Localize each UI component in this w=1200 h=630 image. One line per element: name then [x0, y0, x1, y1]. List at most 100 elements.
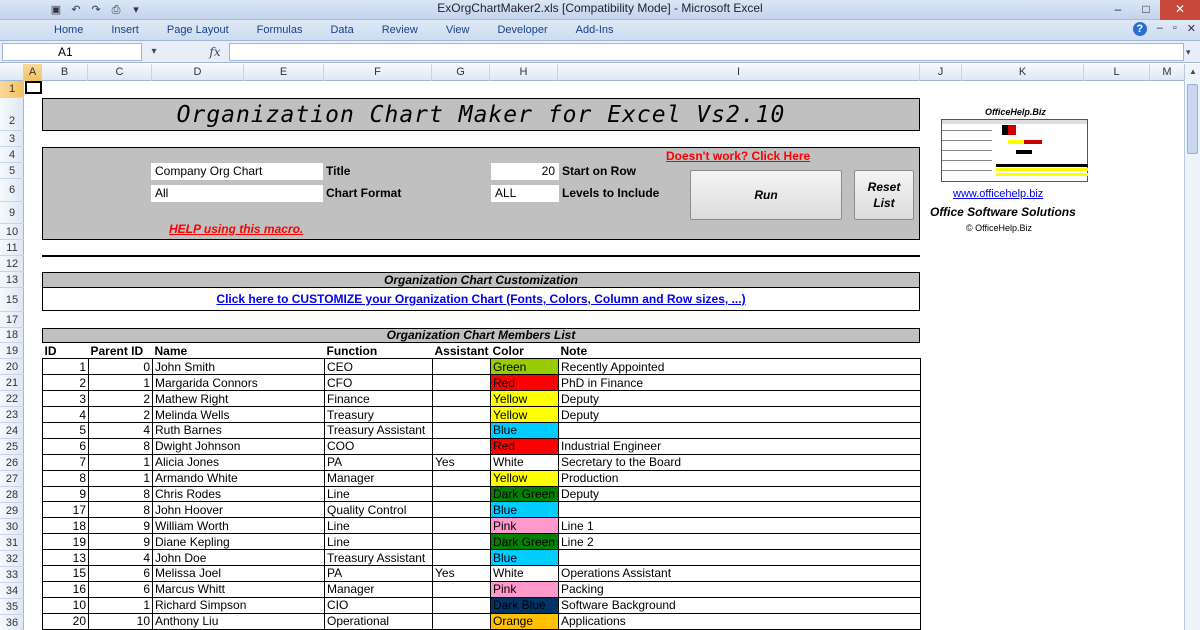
- insert-function-icon[interactable]: fx: [205, 43, 225, 61]
- member-function-cell[interactable]: Operational: [324, 612, 433, 630]
- member-name-cell[interactable]: Diane Kepling: [152, 533, 325, 551]
- workbook-restore-icon[interactable]: ▫: [1173, 22, 1177, 36]
- member-parent-cell[interactable]: 0: [88, 358, 153, 376]
- row-header[interactable]: 26: [0, 455, 24, 471]
- workbook-minimize-icon[interactable]: –: [1157, 22, 1163, 36]
- member-function-cell[interactable]: Quality Control: [324, 501, 433, 519]
- member-note-cell[interactable]: Deputy: [558, 485, 921, 503]
- row-header[interactable]: 13: [0, 272, 24, 288]
- expand-formula-bar-icon[interactable]: ▾: [1186, 43, 1198, 61]
- col-name-header[interactable]: Name: [152, 343, 325, 360]
- row-header[interactable]: 30: [0, 519, 24, 535]
- member-assistant-cell[interactable]: [432, 533, 491, 551]
- member-function-cell[interactable]: PA: [324, 564, 433, 582]
- member-parent-cell[interactable]: 4: [88, 549, 153, 566]
- col-color-header[interactable]: Color: [490, 343, 559, 360]
- member-name-cell[interactable]: Chris Rodes: [152, 485, 325, 503]
- help-link[interactable]: HELP using this macro.: [169, 222, 303, 236]
- column-header-k[interactable]: K: [962, 64, 1084, 81]
- col-id-header[interactable]: ID: [42, 343, 89, 360]
- member-assistant-cell[interactable]: [432, 485, 491, 503]
- member-assistant-cell[interactable]: [432, 517, 491, 535]
- member-function-cell[interactable]: Line: [324, 533, 433, 551]
- member-parent-cell[interactable]: 1: [88, 374, 153, 392]
- member-parent-cell[interactable]: 2: [88, 406, 153, 423]
- member-name-cell[interactable]: John Smith: [152, 358, 325, 376]
- gantt-thumbnail[interactable]: [941, 119, 1088, 182]
- row-header[interactable]: 11: [0, 240, 24, 256]
- member-parent-cell[interactable]: 8: [88, 437, 153, 455]
- row-header[interactable]: 24: [0, 423, 24, 439]
- member-name-cell[interactable]: Melissa Joel: [152, 564, 325, 582]
- select-all-corner[interactable]: [0, 64, 24, 81]
- member-function-cell[interactable]: Treasury Assistant: [324, 421, 433, 439]
- run-button[interactable]: Run: [690, 170, 842, 220]
- member-name-cell[interactable]: William Worth: [152, 517, 325, 535]
- member-color-cell[interactable]: Green: [490, 358, 559, 376]
- column-header-f[interactable]: F: [324, 64, 432, 81]
- formula-input[interactable]: [229, 43, 1184, 61]
- member-assistant-cell[interactable]: [432, 469, 491, 487]
- member-note-cell[interactable]: [558, 501, 921, 519]
- member-name-cell[interactable]: Dwight Johnson: [152, 437, 325, 455]
- member-assistant-cell[interactable]: Yes: [432, 453, 491, 471]
- member-id-cell[interactable]: 2: [42, 374, 89, 392]
- column-header-g[interactable]: G: [432, 64, 490, 81]
- member-name-cell[interactable]: Anthony Liu: [152, 612, 325, 630]
- member-note-cell[interactable]: Secretary to the Board: [558, 453, 921, 471]
- member-assistant-cell[interactable]: [432, 501, 491, 519]
- row-header[interactable]: 15: [0, 288, 24, 312]
- column-header-i[interactable]: I: [558, 64, 920, 81]
- member-assistant-cell[interactable]: [432, 406, 491, 423]
- column-header-j[interactable]: J: [920, 64, 962, 81]
- member-assistant-cell[interactable]: [432, 596, 491, 614]
- tab-home[interactable]: Home: [0, 20, 97, 41]
- member-color-cell[interactable]: White: [490, 453, 559, 471]
- member-assistant-cell[interactable]: [432, 390, 491, 408]
- tab-review[interactable]: Review: [368, 20, 432, 41]
- member-parent-cell[interactable]: 9: [88, 517, 153, 535]
- row-header[interactable]: 35: [0, 599, 24, 615]
- member-name-cell[interactable]: Mathew Right: [152, 390, 325, 408]
- col-note-header[interactable]: Note: [558, 343, 921, 360]
- title-field[interactable]: Company Org Chart: [151, 163, 323, 180]
- member-id-cell[interactable]: 17: [42, 501, 89, 519]
- row-header[interactable]: 9: [0, 202, 24, 224]
- vertical-scrollbar[interactable]: ▲: [1184, 64, 1200, 630]
- member-assistant-cell[interactable]: [432, 374, 491, 392]
- member-function-cell[interactable]: PA: [324, 453, 433, 471]
- row-header[interactable]: 34: [0, 583, 24, 599]
- chart-format-field[interactable]: All: [151, 185, 323, 202]
- member-id-cell[interactable]: 6: [42, 437, 89, 455]
- col-parent-header[interactable]: Parent ID: [88, 343, 153, 360]
- member-parent-cell[interactable]: 1: [88, 453, 153, 471]
- member-parent-cell[interactable]: 4: [88, 421, 153, 439]
- close-button[interactable]: ✕: [1160, 0, 1200, 20]
- member-id-cell[interactable]: 13: [42, 549, 89, 566]
- row-header[interactable]: 19: [0, 343, 24, 359]
- member-color-cell[interactable]: Red: [490, 374, 559, 392]
- member-note-cell[interactable]: [558, 421, 921, 439]
- member-id-cell[interactable]: 1: [42, 358, 89, 376]
- scrollbar-thumb[interactable]: [1187, 84, 1198, 154]
- member-color-cell[interactable]: Blue: [490, 421, 559, 439]
- workbook-close-icon[interactable]: ✕: [1187, 22, 1196, 36]
- row-header[interactable]: 10: [0, 224, 24, 240]
- member-parent-cell[interactable]: 1: [88, 596, 153, 614]
- member-name-cell[interactable]: Alicia Jones: [152, 453, 325, 471]
- member-id-cell[interactable]: 5: [42, 421, 89, 439]
- member-id-cell[interactable]: 20: [42, 612, 89, 630]
- member-color-cell[interactable]: White: [490, 564, 559, 582]
- member-id-cell[interactable]: 19: [42, 533, 89, 551]
- member-parent-cell[interactable]: 8: [88, 501, 153, 519]
- member-color-cell[interactable]: Dark Green: [490, 485, 559, 503]
- member-note-cell[interactable]: Line 2: [558, 533, 921, 551]
- member-function-cell[interactable]: CIO: [324, 596, 433, 614]
- member-parent-cell[interactable]: 10: [88, 612, 153, 630]
- member-name-cell[interactable]: Marcus Whitt: [152, 580, 325, 598]
- row-header[interactable]: 17: [0, 312, 24, 328]
- member-assistant-cell[interactable]: Yes: [432, 564, 491, 582]
- tab-add-ins[interactable]: Add-Ins: [562, 20, 628, 41]
- tab-formulas[interactable]: Formulas: [243, 20, 317, 41]
- member-name-cell[interactable]: Armando White: [152, 469, 325, 487]
